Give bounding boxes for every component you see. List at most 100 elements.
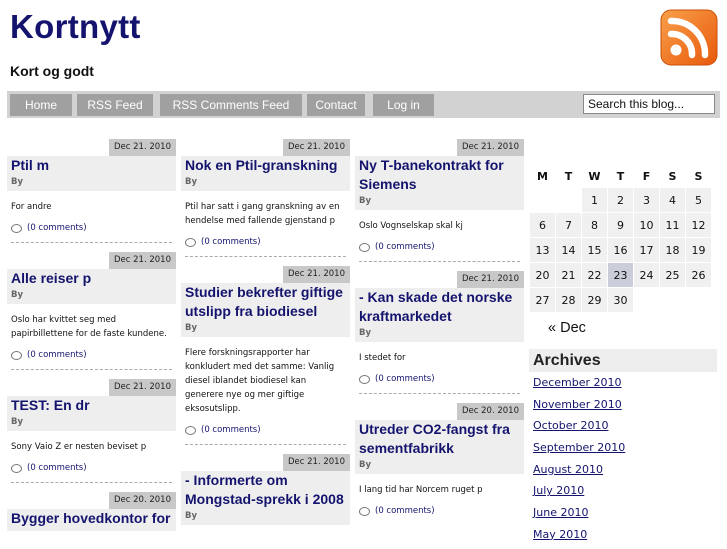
calendar-day: 14 (556, 238, 581, 262)
post-card: Dec 21. 2010 Ptil m By For andre (0 comm… (7, 139, 176, 243)
calendar-day-empty (530, 188, 555, 212)
calendar-day: 20 (530, 263, 555, 287)
post-excerpt: For andre (11, 202, 52, 212)
comments-count[interactable]: (0 comments) (27, 223, 87, 233)
comments-count[interactable]: (0 comments) (201, 237, 261, 247)
post-title[interactable]: - Kan skade det norske kraftmarkedet (359, 288, 520, 326)
post-comments-link[interactable]: (0 comments) (355, 497, 524, 525)
weekday-header: T (564, 169, 573, 183)
calendar-day: 29 (582, 288, 607, 312)
archive-link[interactable]: September 2010 (533, 440, 625, 462)
nav-contact[interactable]: Contact (307, 94, 365, 116)
nav-rss-comments-feed[interactable]: RSS Comments Feed (160, 94, 302, 116)
calendar-day: 8 (582, 213, 607, 237)
archive-link[interactable]: August 2010 (533, 462, 625, 484)
post-author: By (11, 290, 24, 300)
calendar-day: 10 (634, 213, 659, 237)
post-title[interactable]: Alle reiser p (11, 269, 172, 288)
post-author: By (185, 323, 198, 333)
post-comments-link[interactable]: (0 comments) (181, 228, 350, 256)
comments-count[interactable]: (0 comments) (27, 463, 87, 473)
calendar-day: 25 (660, 263, 685, 287)
comments-count[interactable]: (0 comments) (201, 425, 261, 435)
comment-icon (185, 425, 196, 435)
calendar-widget: M T W T F S S 1 2 3 4 5 6 7 8 9 10 11 12… (529, 164, 712, 313)
post-comments-link[interactable]: (0 comments) (355, 365, 524, 393)
post-title[interactable]: - Informerte om Mongstad-sprekk i 2008 (185, 471, 346, 509)
calendar-day: 6 (530, 213, 555, 237)
post-column-2: Dec 21. 2010 Nok en Ptil-granskning By P… (181, 139, 350, 525)
archive-link[interactable]: June 2010 (533, 505, 625, 527)
post-excerpt: I stedet for (359, 353, 406, 363)
post-divider (359, 261, 520, 262)
site-tagline: Kort og godt (10, 63, 94, 79)
comment-icon (359, 374, 370, 384)
post-author: By (185, 511, 198, 521)
post-comments-link[interactable]: (0 comments) (7, 341, 176, 369)
nav-home[interactable]: Home (10, 94, 72, 116)
weekday-header: F (642, 169, 651, 183)
calendar-day-today: 23 (608, 263, 633, 287)
post-date: Dec 21. 2010 (282, 139, 350, 156)
post-author: By (359, 328, 372, 338)
post-comments-link[interactable]: (0 comments) (181, 416, 350, 444)
calendar-day: 26 (686, 263, 711, 287)
post-excerpt: Oslo Vognselskap skal kj (359, 221, 463, 231)
calendar-day-empty (556, 188, 581, 212)
archive-link[interactable]: November 2010 (533, 397, 625, 419)
calendar-day-empty (686, 288, 711, 312)
post-card: Dec 21. 2010 - Informerte om Mongstad-sp… (181, 454, 350, 525)
post-excerpt: Flere forskningsrapporter har konkludert… (185, 348, 335, 414)
nav-rss-feed[interactable]: RSS Feed (77, 94, 153, 116)
post-title[interactable]: Nok en Ptil-granskning (185, 156, 346, 175)
post-author: By (11, 177, 24, 187)
archives-heading: Archives (529, 349, 717, 372)
comment-icon (11, 223, 22, 233)
calendar-day: 9 (608, 213, 633, 237)
post-author: By (359, 460, 372, 470)
calendar-day: 12 (686, 213, 711, 237)
archive-link[interactable]: July 2010 (533, 483, 625, 505)
post-date: Dec 21. 2010 (282, 454, 350, 471)
comment-icon (11, 463, 22, 473)
comments-count[interactable]: (0 comments) (375, 506, 435, 516)
calendar-day: 19 (686, 238, 711, 262)
post-divider (185, 256, 346, 257)
comments-count[interactable]: (0 comments) (375, 374, 435, 384)
archive-link[interactable]: May 2010 (533, 527, 625, 549)
weekday-header: S (668, 169, 677, 183)
post-comments-link[interactable]: (0 comments) (355, 233, 524, 261)
search-input[interactable] (583, 94, 715, 114)
post-column-3: Dec 21. 2010 Ny T-banekontrakt for Sieme… (355, 139, 524, 525)
post-divider (11, 482, 172, 483)
comment-icon (11, 350, 22, 360)
calendar-prev-month-link[interactable]: « Dec (548, 320, 586, 336)
post-title[interactable]: Utreder CO2-fangst fra sementfabrikk (359, 420, 520, 458)
site-title[interactable]: Kortnytt (10, 8, 141, 46)
post-card: Dec 21. 2010 Ny T-banekontrakt for Sieme… (355, 139, 524, 262)
comments-count[interactable]: (0 comments) (375, 242, 435, 252)
post-date: Dec 21. 2010 (108, 139, 176, 156)
post-title[interactable]: Ny T-banekontrakt for Siemens (359, 156, 520, 194)
comment-icon (185, 237, 196, 247)
post-date: Dec 21. 2010 (108, 252, 176, 269)
rss-feed-icon[interactable] (660, 9, 718, 66)
post-title[interactable]: Bygger hovedkontor for (11, 509, 172, 528)
calendar-day: 21 (556, 263, 581, 287)
calendar-day: 13 (530, 238, 555, 262)
post-title[interactable]: TEST: En dr (11, 396, 172, 415)
post-comments-link[interactable]: (0 comments) (7, 454, 176, 482)
post-excerpt: Sony Vaio Z er nesten beviset p (11, 442, 147, 452)
comments-count[interactable]: (0 comments) (27, 350, 87, 360)
post-comments-link[interactable]: (0 comments) (7, 214, 176, 242)
weekday-header: W (588, 169, 601, 183)
post-excerpt: Oslo har kvittet seg med papirbillettene… (11, 315, 167, 339)
calendar-day: 27 (530, 288, 555, 312)
post-title[interactable]: Ptil m (11, 156, 172, 175)
archive-link[interactable]: December 2010 (533, 375, 625, 397)
comment-icon (359, 506, 370, 516)
calendar-day: 5 (686, 188, 711, 212)
post-title[interactable]: Studier bekrefter giftige utslipp fra bi… (185, 283, 346, 321)
nav-log-in[interactable]: Log in (373, 94, 434, 116)
archive-link[interactable]: October 2010 (533, 418, 625, 440)
